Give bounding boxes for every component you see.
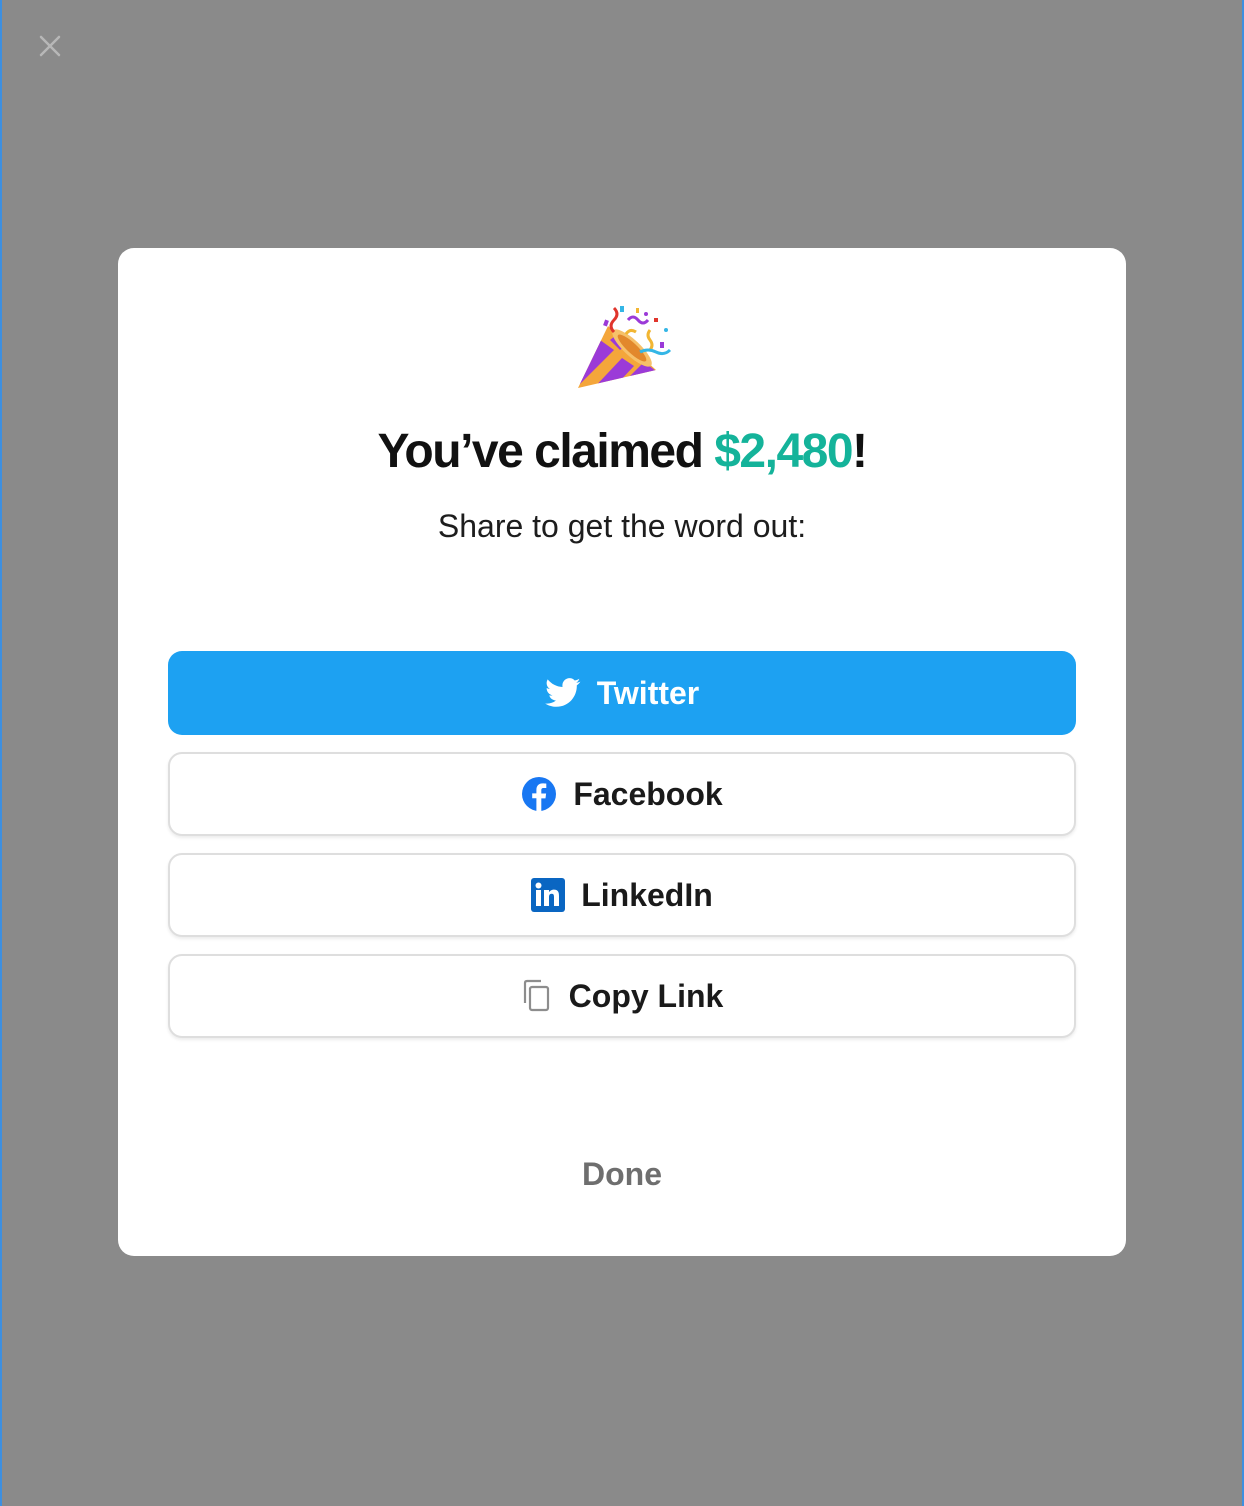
party-popper-icon <box>570 300 674 400</box>
claimed-headline: You’ve claimed $2,480! <box>118 420 1126 484</box>
facebook-icon <box>521 776 557 812</box>
share-subtitle: Share to get the word out: <box>437 508 807 544</box>
copy-link-label: Copy Link <box>568 977 724 1014</box>
done-button[interactable]: Done <box>118 1152 1126 1196</box>
twitter-label: Twitter <box>596 674 700 711</box>
close-icon[interactable] <box>36 32 64 60</box>
linkedin-share-button[interactable]: LinkedIn <box>168 853 1076 937</box>
linkedin-label: LinkedIn <box>581 876 713 913</box>
copy-link-button[interactable]: Copy Link <box>168 954 1076 1038</box>
twitter-bird-icon <box>544 678 581 708</box>
copy-icon <box>521 979 553 1013</box>
twitter-share-button[interactable]: Twitter <box>168 651 1076 735</box>
claimed-amount: $2,480 <box>714 425 853 478</box>
headline-prefix: You’ve claimed <box>377 425 715 478</box>
facebook-label: Facebook <box>573 775 723 812</box>
facebook-share-button[interactable]: Facebook <box>168 752 1076 836</box>
linkedin-icon <box>531 878 566 912</box>
headline-suffix: ! <box>852 425 868 478</box>
window-left-edge <box>0 0 2 1506</box>
